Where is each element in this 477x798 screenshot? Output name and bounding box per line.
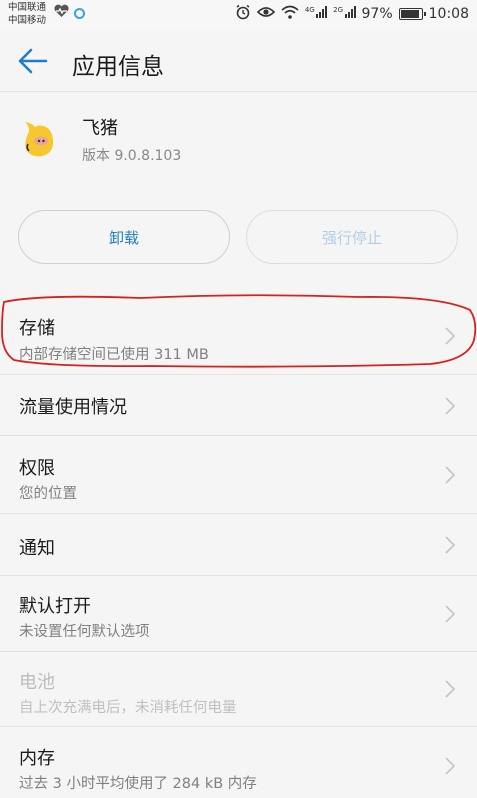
app-version: 版本 9.0.8.103	[82, 148, 182, 164]
row-subtitle: 您的位置	[19, 486, 77, 502]
carrier-2: 中国移动	[8, 15, 47, 26]
row-title: 默认打开	[19, 596, 91, 617]
app-name: 飞猪	[82, 118, 118, 139]
app-icon	[22, 120, 56, 158]
alarm-icon	[235, 4, 251, 24]
list-item-memory[interactable]: 内存 过去 3 小时平均使用了 284 kB 内存	[0, 727, 477, 798]
app-bar: 应用信息	[0, 30, 477, 92]
list-item-notifications[interactable]: 通知	[0, 514, 477, 576]
battery-icon	[398, 8, 426, 20]
row-subtitle: 自上次充满电后，未消耗任何电量	[19, 700, 237, 716]
clock: 10:08	[428, 6, 469, 22]
carrier-1: 中国联通	[8, 2, 47, 13]
back-arrow-icon[interactable]	[16, 46, 50, 76]
chevron-right-icon	[445, 605, 455, 623]
chevron-right-icon	[445, 757, 455, 775]
carrier-labels: 中国联通 中国移动	[8, 1, 46, 27]
chevron-right-icon	[445, 397, 455, 415]
list-item-battery[interactable]: 电池 自上次充满电后，未消耗任何电量	[0, 652, 477, 727]
signal-icon: 4G	[305, 6, 328, 22]
wifi-icon	[281, 5, 299, 23]
settings-list: 存储 内部存储空间已使用 311 MB 流量使用情况 权限 您的位置 通知 默认…	[0, 296, 477, 798]
status-bar: 中国联通 中国移动 4G 2G 97% 10:08	[0, 0, 477, 30]
chevron-right-icon	[445, 327, 455, 345]
eye-icon	[256, 6, 275, 22]
chevron-right-icon	[445, 680, 455, 698]
force-stop-button[interactable]: 强行停止	[246, 210, 458, 264]
list-item-open-by-default[interactable]: 默认打开 未设置任何默认选项	[0, 576, 477, 652]
page-title: 应用信息	[72, 54, 164, 80]
heart-monitor-icon	[53, 4, 70, 22]
row-subtitle: 过去 3 小时平均使用了 284 kB 内存	[19, 776, 257, 792]
chevron-right-icon	[445, 536, 455, 554]
uninstall-button[interactable]: 卸载	[18, 210, 230, 264]
battery-percent: 97%	[361, 6, 393, 22]
list-item-data-usage[interactable]: 流量使用情况	[0, 375, 477, 436]
chevron-right-icon	[445, 466, 455, 484]
row-title: 权限	[19, 458, 55, 479]
row-title: 流量使用情况	[19, 397, 127, 418]
row-title: 通知	[19, 538, 55, 559]
ring-icon	[74, 7, 85, 19]
list-item-permissions[interactable]: 权限 您的位置	[0, 436, 477, 514]
signal-icon: 2G	[333, 6, 356, 22]
row-title: 存储	[19, 318, 55, 339]
list-item-storage[interactable]: 存储 内部存储空间已使用 311 MB	[0, 296, 477, 375]
row-title: 电池	[19, 672, 55, 693]
row-title: 内存	[19, 748, 55, 769]
row-subtitle: 未设置任何默认选项	[19, 624, 150, 640]
row-subtitle: 内部存储空间已使用 311 MB	[19, 347, 209, 363]
